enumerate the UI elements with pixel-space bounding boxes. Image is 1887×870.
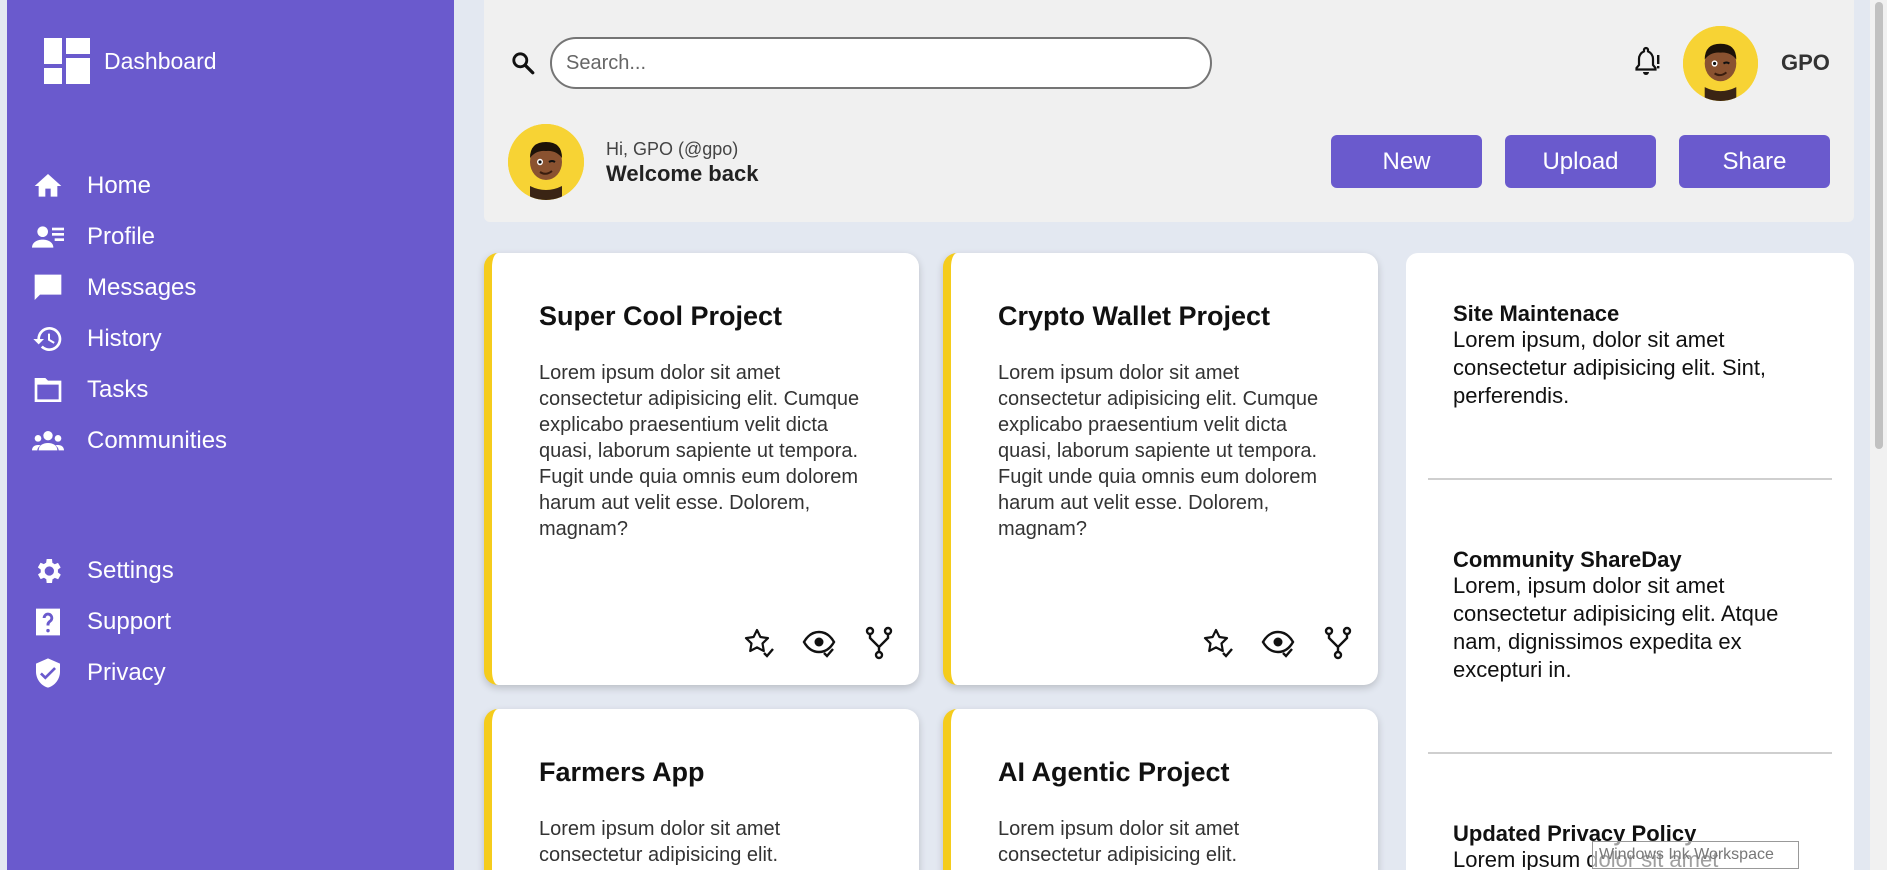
sidebar-item-history[interactable]: History xyxy=(29,313,429,364)
new-button[interactable]: New xyxy=(1331,135,1482,188)
share-button[interactable]: Share xyxy=(1679,135,1830,188)
messages-icon xyxy=(29,269,67,307)
help-icon xyxy=(29,603,67,641)
welcome-text: Welcome back xyxy=(606,161,759,186)
shield-icon xyxy=(29,654,67,692)
fork-icon[interactable] xyxy=(1320,625,1356,661)
sidebar-item-label: Tasks xyxy=(87,375,149,403)
communities-icon xyxy=(29,422,67,460)
profile-icon xyxy=(29,218,67,256)
notice-body: Lorem ipsum, dolor sit amet consectetur … xyxy=(1453,327,1767,408)
ink-workspace-tooltip: Windows Ink Workspace xyxy=(1592,841,1799,869)
greeting-text: Hi, GPO (@gpo) xyxy=(606,139,739,159)
header: GPO Hi, GPO (@gpo) Welcome back New Uplo… xyxy=(484,0,1854,222)
project-card[interactable]: Super Cool Project Lorem ipsum dolor sit… xyxy=(484,253,919,685)
sidebar-item-label: Messages xyxy=(87,273,197,301)
project-actions xyxy=(1176,625,1356,661)
sidebar-item-label: Support xyxy=(87,607,172,635)
project-card[interactable]: AI Agentic Project Lorem ipsum dolor sit… xyxy=(943,709,1378,870)
sidebar-item-label: Home xyxy=(87,171,152,199)
username-label[interactable]: GPO xyxy=(1781,50,1830,76)
sidebar-item-support[interactable]: Support xyxy=(29,596,429,647)
home-icon xyxy=(29,167,67,205)
fork-icon[interactable] xyxy=(861,625,897,661)
sidebar-item-home[interactable]: Home xyxy=(29,160,429,211)
sidebar-item-privacy[interactable]: Privacy xyxy=(29,647,429,698)
notice-item[interactable]: Community ShareDay Lorem, ipsum dolor si… xyxy=(1453,548,1818,684)
notice-body: Lorem, ipsum dolor sit amet consectetur … xyxy=(1453,573,1779,682)
project-title: Super Cool Project xyxy=(539,301,783,331)
user-avatar[interactable] xyxy=(1683,26,1758,101)
project-description: Lorem ipsum dolor sit amet consectetur a… xyxy=(998,818,1240,866)
project-title: AI Agentic Project xyxy=(998,757,1230,787)
project-card[interactable]: Farmers App Lorem ipsum dolor sit amet c… xyxy=(484,709,919,870)
watch-icon[interactable] xyxy=(1260,625,1296,661)
notice-title: Site Maintenace xyxy=(1453,301,1620,326)
notice-title: Community ShareDay xyxy=(1453,547,1682,572)
watch-icon[interactable] xyxy=(801,625,837,661)
sidebar-nav: Home Profile Messages History Tasks Comm… xyxy=(29,160,429,466)
project-description: Lorem ipsum dolor sit amet consectetur a… xyxy=(998,362,1319,540)
sidebar-item-label: Privacy xyxy=(87,658,166,686)
divider xyxy=(1428,478,1832,480)
sidebar-item-tasks[interactable]: Tasks xyxy=(29,364,429,415)
sidebar-bottom-nav: Settings Support Privacy xyxy=(29,545,429,698)
sidebar-item-label: Settings xyxy=(87,556,174,584)
sidebar-item-messages[interactable]: Messages xyxy=(29,262,429,313)
divider xyxy=(1428,752,1832,754)
search-input[interactable] xyxy=(550,37,1212,89)
brand[interactable]: Dashboard xyxy=(44,38,217,84)
project-card[interactable]: Crypto Wallet Project Lorem ipsum dolor … xyxy=(943,253,1378,685)
dashboard-icon xyxy=(44,38,90,84)
notice-item[interactable]: Site Maintenace Lorem ipsum, dolor sit a… xyxy=(1453,302,1818,410)
search-icon[interactable] xyxy=(510,50,536,76)
history-icon xyxy=(29,320,67,358)
sidebar-item-label: History xyxy=(87,324,162,352)
gear-icon xyxy=(29,552,67,590)
project-actions xyxy=(717,625,897,661)
sidebar: Dashboard Home Profile Messages History … xyxy=(7,0,454,870)
page-scrollbar[interactable] xyxy=(1870,0,1887,870)
project-title: Crypto Wallet Project xyxy=(998,301,1271,331)
greeting-avatar xyxy=(508,124,584,200)
brand-label: Dashboard xyxy=(104,47,217,74)
sidebar-item-label: Communities xyxy=(87,426,228,454)
project-description: Lorem ipsum dolor sit amet consectetur a… xyxy=(539,818,781,866)
sidebar-item-label: Profile xyxy=(87,222,156,250)
tasks-icon xyxy=(29,371,67,409)
project-title: Farmers App xyxy=(539,757,705,787)
sidebar-item-communities[interactable]: Communities xyxy=(29,415,429,466)
star-icon[interactable] xyxy=(1200,625,1236,661)
sidebar-item-profile[interactable]: Profile xyxy=(29,211,429,262)
project-description: Lorem ipsum dolor sit amet consectetur a… xyxy=(539,362,860,540)
notices-panel: Site Maintenace Lorem ipsum, dolor sit a… xyxy=(1406,253,1854,870)
sidebar-item-settings[interactable]: Settings xyxy=(29,545,429,596)
star-icon[interactable] xyxy=(741,625,777,661)
upload-button[interactable]: Upload xyxy=(1505,135,1656,188)
scroll-thumb[interactable] xyxy=(1875,2,1883,449)
bell-alert-icon[interactable] xyxy=(1630,46,1662,78)
